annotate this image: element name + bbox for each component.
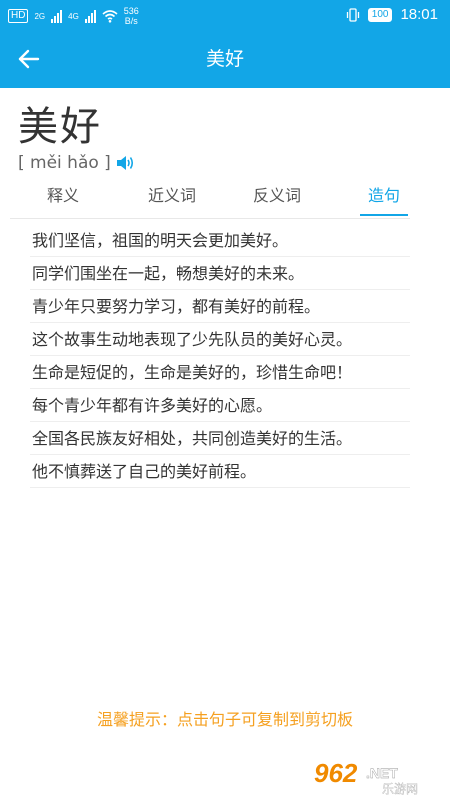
status-left: HD 2G 4G 536 B/s [8, 6, 139, 26]
svg-text:.NET: .NET [366, 765, 398, 781]
svg-text:乐游网: 乐游网 [382, 782, 418, 796]
pinyin-text: [ měi hǎo ] [18, 153, 111, 173]
app-header: 美好 [0, 30, 450, 88]
network-type-a: 2G [34, 11, 46, 21]
sentence-item[interactable]: 同学们围坐在一起，畅想美好的未来。 [30, 257, 410, 290]
sentence-list: 我们坚信，祖国的明天会更加美好。 同学们围坐在一起，畅想美好的未来。 青少年只要… [30, 224, 410, 488]
status-right: 100 18:01 [345, 6, 438, 718]
tab-synonyms[interactable]: 近义词 [134, 180, 210, 216]
page-title: 美好 [205, 48, 244, 70]
tab-sentences[interactable]: 造句 [360, 180, 408, 216]
sentence-item[interactable]: 青少年只要努力学习，都有美好的前程。 [30, 290, 410, 323]
svg-text:962: 962 [314, 758, 358, 788]
status-bar: HD 2G 4G 536 B/s 100 18:01 [0, 0, 450, 718]
net-speed-value: 536 [123, 6, 139, 16]
sentence-item[interactable]: 全国各民族友好相处，共同创造美好的生活。 [30, 422, 410, 455]
battery-icon: 100 [345, 7, 393, 718]
site-watermark-logo: 962 .NET 乐游网 [312, 756, 442, 796]
speaker-button[interactable] [115, 153, 135, 173]
signal-icon [51, 9, 63, 23]
wifi-icon [102, 10, 118, 23]
tab-bar: 释义 近义词 反义词 造句 [10, 180, 410, 219]
copy-tip: 温馨提示：点击句子可复制到剪切板 [96, 710, 353, 729]
word-heading: 美好 [18, 104, 102, 150]
signal-icon-2 [84, 9, 96, 23]
hd-badge: HD [8, 9, 29, 23]
vibrate-icon [346, 7, 359, 22]
tab-definition[interactable]: 释义 [30, 180, 96, 216]
tab-antonyms[interactable]: 反义词 [239, 180, 315, 216]
sentence-item[interactable]: 他不慎葬送了自己的美好前程。 [30, 455, 410, 488]
sentence-item[interactable]: 这个故事生动地表现了少先队员的美好心灵。 [30, 323, 410, 356]
sentence-item[interactable]: 生命是短促的，生命是美好的，珍惜生命吧！ [30, 356, 410, 389]
battery-level: 100 [367, 7, 393, 22]
speaker-icon [116, 156, 133, 170]
net-speed: 536 B/s [124, 6, 139, 26]
clock: 18:01 [400, 6, 438, 23]
sentence-item[interactable]: 每个青少年都有许多美好的心愿。 [30, 389, 410, 422]
sentence-item[interactable]: 我们坚信，祖国的明天会更加美好。 [30, 224, 410, 257]
pinyin-row: [ měi hǎo ] [18, 153, 135, 173]
net-speed-unit: B/s [124, 16, 138, 26]
network-type-b: 4G [68, 11, 79, 21]
